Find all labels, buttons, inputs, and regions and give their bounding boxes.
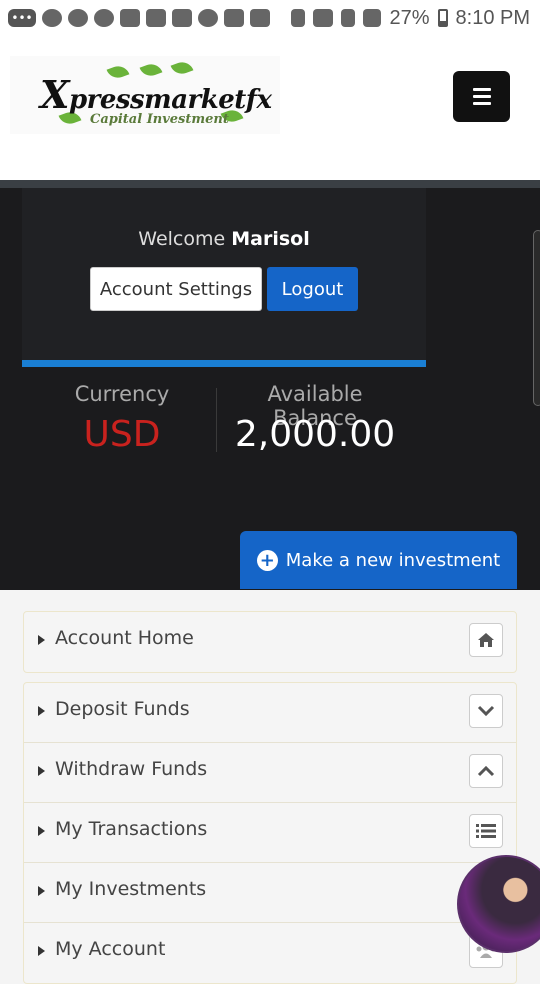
menu-item-my-transactions[interactable]: My Transactions <box>24 803 516 863</box>
welcome-box: Welcome Marisol Account Settings Logout <box>22 188 426 367</box>
logo-initial: X <box>40 72 69 117</box>
caret-right-icon <box>38 826 45 836</box>
messages-icon: ••• <box>8 9 36 27</box>
menu-item-label: Withdraw Funds <box>55 758 208 780</box>
messenger-icon <box>198 9 218 27</box>
logo-name: pressmarketfx <box>68 85 272 115</box>
account-menu-card: Deposit Funds Withdraw Funds My Transact… <box>23 682 517 984</box>
twitter-icon <box>172 9 192 27</box>
menu-item-label: My Transactions <box>55 818 208 840</box>
system-status: 27% 8:10 PM <box>291 0 530 36</box>
shopping-bag-icon <box>250 9 270 27</box>
account-settings-button[interactable]: Account Settings <box>90 267 262 311</box>
add-contact-icon <box>42 9 62 27</box>
menu-item-label: My Account <box>55 938 166 960</box>
menu-icon-bar <box>472 95 491 98</box>
caret-right-icon <box>38 766 45 776</box>
new-investment-button[interactable]: + Make a new investment <box>240 531 517 589</box>
stats-divider <box>216 388 217 452</box>
menu-item-label: Deposit Funds <box>55 698 190 720</box>
menu-item-label: Account Home <box>55 627 194 649</box>
menu-item-withdraw-funds[interactable]: Withdraw Funds <box>24 743 516 803</box>
logout-button[interactable]: Logout <box>267 267 358 311</box>
welcome-text: Welcome <box>138 228 226 250</box>
battery-icon <box>437 9 448 27</box>
caret-right-icon <box>38 886 45 896</box>
logo-subtitle: Capital Investment <box>90 112 229 127</box>
account-panel: Welcome Marisol Account Settings Logout … <box>0 180 540 590</box>
page-scrollbar[interactable] <box>533 230 540 406</box>
currency-value: USD <box>83 414 161 455</box>
caret-right-icon <box>38 706 45 716</box>
signal-icon <box>363 9 382 27</box>
currency-label: Currency <box>74 382 170 406</box>
list-icon[interactable] <box>469 814 503 848</box>
notification-icons: ••• <box>0 9 270 27</box>
user-name: Marisol <box>231 228 310 250</box>
battery-percent: 27% <box>389 6 430 29</box>
hamburger-menu-button[interactable] <box>453 71 510 122</box>
mute-icon <box>313 9 334 27</box>
balance-value: 2,000.00 <box>234 414 396 455</box>
site-logo[interactable]: Xpressmarketfx Capital Investment <box>10 56 280 134</box>
clock: 8:10 PM <box>455 6 530 29</box>
mail-icon <box>120 9 140 27</box>
chevron-up-icon[interactable] <box>469 754 503 788</box>
caret-right-icon <box>38 946 45 956</box>
menu-item-my-investments[interactable]: My Investments <box>24 863 516 923</box>
data-icon <box>341 9 356 27</box>
status-bar: ••• 27% 8:10 PM <box>0 0 540 36</box>
menu-item-my-account[interactable]: My Account <box>24 923 516 983</box>
menu-item-account-home[interactable]: Account Home <box>24 612 516 672</box>
facebook-icon-2 <box>94 9 114 27</box>
logo-title: Xpressmarketfx <box>40 72 272 117</box>
gmail-icon <box>146 9 166 27</box>
bluetooth-icon <box>291 9 306 27</box>
menu-item-label: My Investments <box>55 878 207 900</box>
new-investment-label: Make a new investment <box>285 549 501 571</box>
site-header: Xpressmarketfx Capital Investment <box>0 36 540 180</box>
plus-circle-icon: + <box>256 549 278 571</box>
chevron-down-icon[interactable] <box>469 694 503 728</box>
caret-right-icon <box>38 635 45 645</box>
menu-item-deposit-funds[interactable]: Deposit Funds <box>24 683 516 743</box>
welcome-message: Welcome Marisol <box>22 228 426 250</box>
menu-icon-bar <box>472 102 491 105</box>
menu-icon-bar <box>472 88 491 91</box>
facebook-icon <box>68 9 88 27</box>
missed-call-icon <box>224 9 244 27</box>
home-icon[interactable] <box>469 623 503 657</box>
account-home-card: Account Home <box>23 611 517 673</box>
